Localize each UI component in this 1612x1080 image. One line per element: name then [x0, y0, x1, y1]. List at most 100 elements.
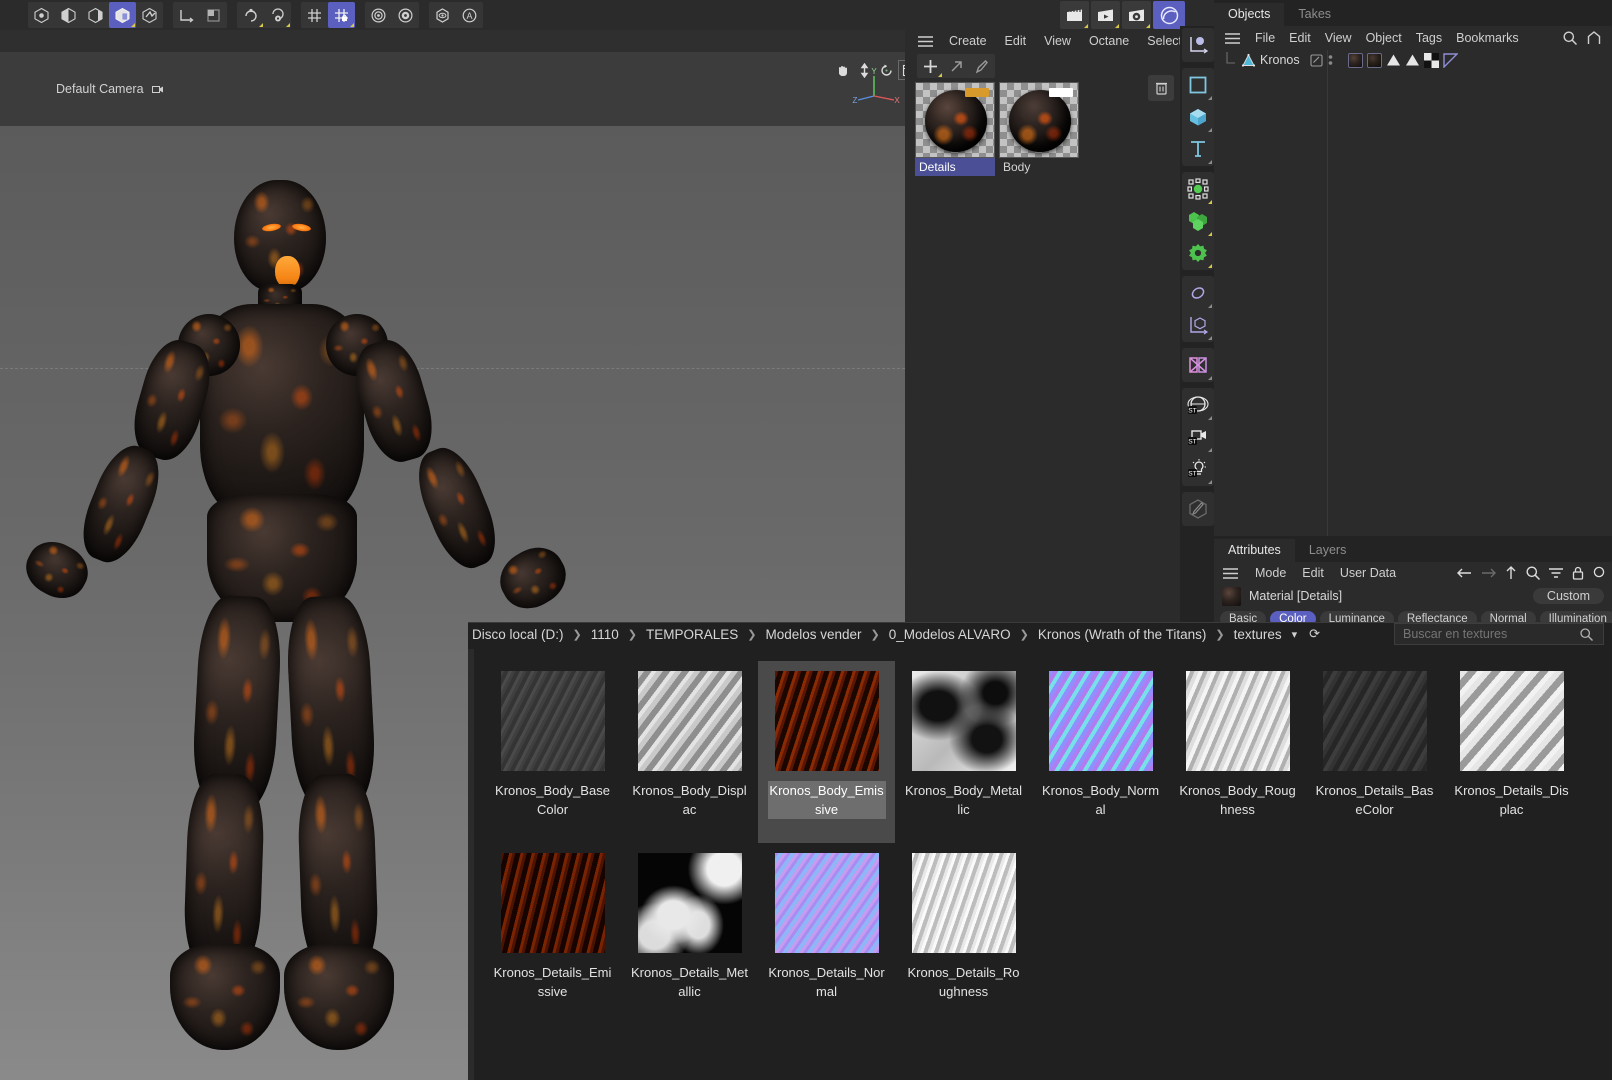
material-menu-view[interactable]: View	[1035, 30, 1080, 52]
file-item[interactable]: Kronos_Details_BaseColor	[1306, 661, 1443, 843]
refresh-icon[interactable]: ⟳	[1309, 626, 1320, 642]
breadcrumb-item-6[interactable]: textures	[1230, 627, 1286, 642]
material-name[interactable]: Details	[915, 158, 995, 176]
material-tag-details[interactable]	[1347, 52, 1363, 68]
live-selection-icon[interactable]	[28, 2, 55, 28]
breadcrumb-item-0[interactable]: Disco local (D:)	[468, 627, 568, 642]
apply-material-icon[interactable]	[943, 54, 969, 78]
search-icon[interactable]	[1525, 565, 1541, 581]
maximize-viewport-icon[interactable]	[898, 60, 905, 80]
text-spline-icon[interactable]	[1182, 133, 1213, 165]
octane-light-icon[interactable]: ST	[1182, 453, 1213, 485]
breadcrumb-item-3[interactable]: Modelos vender	[761, 627, 865, 642]
home-icon[interactable]	[1586, 30, 1602, 46]
paint-tool-icon[interactable]	[1182, 493, 1213, 525]
render-view-icon[interactable]	[365, 2, 392, 28]
object-menu-tags[interactable]: Tags	[1409, 31, 1449, 45]
workplane-lock-icon[interactable]	[328, 2, 355, 28]
rectangle-selection-icon[interactable]	[55, 2, 82, 28]
material-preview[interactable]	[915, 82, 995, 158]
selection-tag-2[interactable]	[1405, 53, 1420, 67]
attribute-menu-edit[interactable]: Edit	[1294, 566, 1332, 580]
polygon-selection-icon[interactable]	[82, 2, 109, 28]
render-settings-icon[interactable]	[392, 2, 419, 28]
delete-material-icon[interactable]	[1148, 75, 1174, 101]
camera-icon[interactable]	[152, 84, 165, 95]
breadcrumb-item-2[interactable]: TEMPORALES	[642, 627, 742, 642]
search-icon[interactable]	[1562, 30, 1578, 46]
add-material-icon[interactable]	[917, 54, 943, 78]
move-object-icon[interactable]	[109, 2, 136, 28]
file-item[interactable]: Kronos_Details_Emissive	[484, 843, 621, 1025]
tab-attributes[interactable]: Attributes	[1214, 539, 1295, 562]
hamburger-icon[interactable]	[911, 35, 940, 48]
selection-tag-1[interactable]	[1386, 53, 1401, 67]
render-settings-icon[interactable]	[1122, 1, 1151, 29]
forward-arrow-icon[interactable]	[1480, 566, 1497, 580]
octane-environment-icon[interactable]: ST	[1182, 389, 1213, 421]
render-queue-icon[interactable]	[1091, 1, 1120, 29]
tab-objects[interactable]: Objects	[1214, 3, 1285, 26]
dolly-icon[interactable]	[854, 60, 874, 80]
object-menu-object[interactable]: Object	[1359, 31, 1409, 45]
array-modeling-icon[interactable]	[1182, 205, 1213, 237]
breadcrumb-item-1[interactable]: 1110	[587, 627, 623, 642]
pan-icon[interactable]	[832, 60, 852, 80]
file-item[interactable]: Kronos_Body_Normal	[1032, 661, 1169, 843]
hamburger-icon[interactable]	[1220, 32, 1248, 45]
file-item[interactable]: Kronos_Body_Displac	[621, 661, 758, 843]
search-icon[interactable]	[1579, 627, 1594, 642]
lock-icon[interactable]	[1571, 565, 1585, 581]
nurbs-generator-icon[interactable]	[1182, 173, 1213, 205]
material-menu-edit[interactable]: Edit	[996, 30, 1036, 52]
file-item[interactable]: Kronos_Body_Metallic	[895, 661, 1032, 843]
material-menu-create[interactable]: Create	[940, 30, 996, 52]
explorer-search-box[interactable]	[1394, 623, 1604, 645]
material-tag-body[interactable]	[1366, 52, 1382, 68]
object-menu-file[interactable]: File	[1248, 31, 1282, 45]
world-axis-icon[interactable]	[173, 2, 200, 28]
visibility-icon[interactable]	[429, 2, 456, 28]
material-preview[interactable]	[999, 82, 1079, 158]
file-item[interactable]: Kronos_Details_Roughness	[895, 843, 1032, 1025]
spline-rectangle-icon[interactable]	[1182, 69, 1213, 101]
object-menu-view[interactable]: View	[1318, 31, 1359, 45]
filter-icon[interactable]	[1548, 566, 1564, 580]
render-to-picture-viewer-icon[interactable]	[1060, 1, 1089, 29]
file-item-selected[interactable]: Kronos_Body_Emissive	[758, 661, 895, 843]
enable-snap-icon[interactable]	[237, 2, 264, 28]
attribute-menu-user-data[interactable]: User Data	[1332, 566, 1404, 580]
workplane-icon[interactable]	[301, 2, 328, 28]
file-item[interactable]: Kronos_Body_BaseColor	[484, 661, 621, 843]
phong-tag[interactable]	[1442, 52, 1458, 68]
annotation-icon[interactable]: A	[456, 2, 483, 28]
up-arrow-icon[interactable]	[1504, 565, 1518, 581]
breadcrumb-item-5[interactable]: Kronos (Wrath of the Titans)	[1034, 627, 1211, 642]
scene-axis-icon[interactable]	[1182, 309, 1213, 341]
object-menu-edit[interactable]: Edit	[1282, 31, 1318, 45]
environment-icon[interactable]	[1182, 277, 1213, 309]
object-row-kronos[interactable]: Kronos	[1214, 50, 1612, 70]
search-input[interactable]	[1403, 627, 1579, 641]
snap-settings-icon[interactable]	[264, 2, 291, 28]
material-swatch[interactable]: Body	[999, 82, 1079, 176]
mograph-icon[interactable]	[1182, 349, 1213, 381]
scale-object-icon[interactable]	[136, 2, 163, 28]
tab-takes[interactable]: Takes	[1284, 3, 1345, 26]
cube-primitive-icon[interactable]	[1182, 101, 1213, 133]
file-item[interactable]: Kronos_Details_Displac	[1443, 661, 1580, 843]
breadcrumb-item-4[interactable]: 0_Modelos ALVARO	[885, 627, 1015, 642]
material-swatch[interactable]: Details	[915, 82, 995, 176]
material-menu-octane[interactable]: Octane	[1080, 30, 1138, 52]
octane-render-icon[interactable]	[1153, 1, 1185, 29]
chevron-down-icon[interactable]: ▾	[1292, 628, 1298, 641]
file-item[interactable]: Kronos_Body_Roughness	[1169, 661, 1306, 843]
object-lock-icon[interactable]	[1310, 53, 1323, 67]
pin-icon[interactable]	[1592, 565, 1606, 581]
uvw-tag[interactable]	[1423, 52, 1439, 68]
attribute-menu-mode[interactable]: Mode	[1247, 566, 1294, 580]
object-menu-bookmarks[interactable]: Bookmarks	[1449, 31, 1526, 45]
back-arrow-icon[interactable]	[1456, 566, 1473, 580]
hamburger-icon[interactable]	[1220, 567, 1247, 580]
material-name[interactable]: Body	[999, 158, 1079, 176]
